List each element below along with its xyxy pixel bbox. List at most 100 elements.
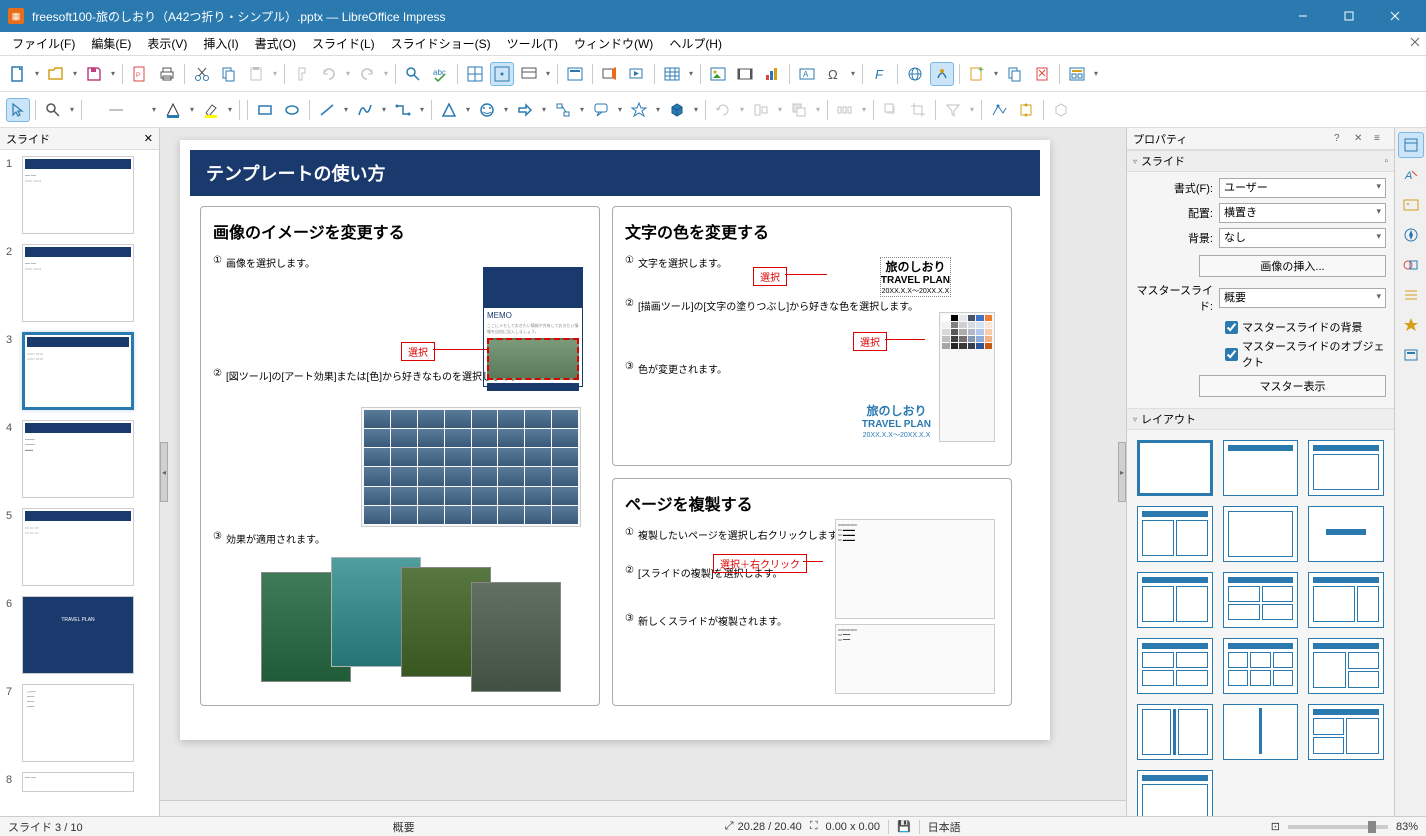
- undo-icon[interactable]: [317, 62, 341, 86]
- line-color-dropdown[interactable]: ▾: [150, 105, 158, 114]
- layout-blank[interactable]: [1137, 440, 1213, 496]
- maximize-button[interactable]: [1326, 0, 1372, 32]
- line-icon[interactable]: [315, 98, 339, 122]
- menu-tools[interactable]: ツール(T): [499, 33, 566, 54]
- menu-slideshow[interactable]: スライドショー(S): [383, 33, 499, 54]
- slide-thumbnail[interactable]: ━━ ━━: [22, 772, 134, 792]
- rotate-dropdown[interactable]: ▾: [738, 105, 746, 114]
- shapes-tab-icon[interactable]: [1398, 252, 1424, 278]
- table-dropdown[interactable]: ▾: [687, 69, 695, 78]
- properties-tab-icon[interactable]: [1398, 132, 1424, 158]
- block-arrows-icon[interactable]: [513, 98, 537, 122]
- save-icon[interactable]: [82, 62, 106, 86]
- slide-thumbnail[interactable]: ━━ ━━▭▭ ▭▭: [22, 156, 134, 234]
- orientation-select[interactable]: 横置き: [1219, 203, 1386, 223]
- line-dropdown[interactable]: ▾: [342, 105, 350, 114]
- arrange-icon[interactable]: [787, 98, 811, 122]
- distribute-icon[interactable]: [833, 98, 857, 122]
- new-slide-icon[interactable]: +: [965, 62, 989, 86]
- document-close-icon[interactable]: [1410, 36, 1420, 50]
- symbol-shapes-icon[interactable]: [475, 98, 499, 122]
- slide-canvas[interactable]: テンプレートの使い方 画像のイメージを変更する ①画像を選択します。 選択 ME…: [180, 140, 1050, 740]
- zoom-tool-icon[interactable]: [41, 98, 65, 122]
- canvas-area[interactable]: テンプレートの使い方 画像のイメージを変更する ①画像を選択します。 選択 ME…: [160, 128, 1126, 816]
- close-button[interactable]: [1372, 0, 1418, 32]
- symbol-shapes-dropdown[interactable]: ▾: [502, 105, 510, 114]
- duplicate-slide-icon[interactable]: [1003, 62, 1027, 86]
- slide-thumbnail[interactable]: ━━━━━━━━▬▬: [22, 420, 134, 498]
- zoom-slider[interactable]: [1288, 825, 1388, 829]
- layout-two-content[interactable]: [1137, 506, 1213, 562]
- slides-list[interactable]: 1━━ ━━▭▭ ▭▭ 2━━ ━━▭▭ ▭▭ 3▭▭ ▭▭▭▭ ▭▭ 4━━━…: [0, 150, 159, 816]
- gallery-tab-icon[interactable]: [1398, 192, 1424, 218]
- special-char-dropdown[interactable]: ▾: [849, 69, 857, 78]
- background-select[interactable]: なし: [1219, 228, 1386, 248]
- format-select[interactable]: ユーザー: [1219, 178, 1386, 198]
- display-views-dropdown[interactable]: ▾: [544, 69, 552, 78]
- slide-thumbnail[interactable]: ▭▭ ▭▭▭▭ ▭▭: [22, 332, 134, 410]
- image-icon[interactable]: [706, 62, 730, 86]
- 3d-objects-dropdown[interactable]: ▾: [692, 105, 700, 114]
- hyperlink-icon[interactable]: [903, 62, 927, 86]
- print-icon[interactable]: [155, 62, 179, 86]
- redo-dropdown[interactable]: ▾: [382, 69, 390, 78]
- connector-dropdown[interactable]: ▾: [418, 105, 426, 114]
- display-views-icon[interactable]: [517, 62, 541, 86]
- minimize-button[interactable]: [1280, 0, 1326, 32]
- panel-splitter-right[interactable]: [1118, 442, 1126, 502]
- master-slide-icon[interactable]: [563, 62, 587, 86]
- slides-panel-close-icon[interactable]: ✕: [144, 132, 153, 145]
- master-select[interactable]: 概要: [1219, 288, 1386, 308]
- fill-color-dropdown[interactable]: ▾: [188, 105, 196, 114]
- layout-v-split[interactable]: [1137, 704, 1213, 760]
- align-objects-icon[interactable]: [749, 98, 773, 122]
- layout-title[interactable]: [1223, 440, 1299, 496]
- arrange-dropdown[interactable]: ▾: [814, 105, 822, 114]
- layout-centered[interactable]: [1308, 506, 1384, 562]
- snap-icon[interactable]: [490, 62, 514, 86]
- slide-transition-tab-icon[interactable]: [1398, 282, 1424, 308]
- slide-thumbnail[interactable]: ━━ ━━▭▭ ▭▭: [22, 244, 134, 322]
- slide-thumbnail[interactable]: TRAVEL PLAN: [22, 596, 134, 674]
- start-current-icon[interactable]: [625, 62, 649, 86]
- filter-dropdown[interactable]: ▾: [968, 105, 976, 114]
- slide-layout-dropdown[interactable]: ▾: [1092, 69, 1100, 78]
- basic-shapes-icon[interactable]: [437, 98, 461, 122]
- connector-icon[interactable]: [391, 98, 415, 122]
- block-arrows-dropdown[interactable]: ▾: [540, 105, 548, 114]
- highlighting-dropdown[interactable]: ▾: [226, 105, 234, 114]
- curve-dropdown[interactable]: ▾: [380, 105, 388, 114]
- layout-title-content[interactable]: [1308, 440, 1384, 496]
- menu-icon[interactable]: ✕: [1354, 133, 1368, 144]
- master-bg-checkbox[interactable]: [1225, 321, 1238, 334]
- curve-icon[interactable]: [353, 98, 377, 122]
- layout-title-2content[interactable]: [1308, 572, 1384, 628]
- fit-page-icon[interactable]: ⊡: [1271, 820, 1280, 833]
- undo-dropdown[interactable]: ▾: [344, 69, 352, 78]
- cut-icon[interactable]: [190, 62, 214, 86]
- layout-six[interactable]: [1223, 638, 1299, 694]
- select-tool-icon[interactable]: [6, 98, 30, 122]
- master-obj-checkbox[interactable]: [1225, 348, 1238, 361]
- start-first-icon[interactable]: [598, 62, 622, 86]
- open-icon[interactable]: [44, 62, 68, 86]
- new-icon[interactable]: [6, 62, 30, 86]
- stars-icon[interactable]: [627, 98, 651, 122]
- paste-dropdown[interactable]: ▾: [271, 69, 279, 78]
- zoom-level[interactable]: 83%: [1396, 821, 1418, 833]
- panel-splitter-left[interactable]: [160, 442, 168, 502]
- find-replace-icon[interactable]: [401, 62, 425, 86]
- layout-grid-4[interactable]: [1137, 638, 1213, 694]
- callout-dropdown[interactable]: ▾: [616, 105, 624, 114]
- copy-icon[interactable]: [217, 62, 241, 86]
- slide-thumbnail[interactable]: ▭ ▭ ▭▭ ▭ ▭: [22, 508, 134, 586]
- language[interactable]: 日本語: [928, 819, 961, 835]
- special-char-icon[interactable]: Ω: [822, 62, 846, 86]
- basic-shapes-dropdown[interactable]: ▾: [464, 105, 472, 114]
- flowchart-dropdown[interactable]: ▾: [578, 105, 586, 114]
- hamburger-icon[interactable]: ≡: [1374, 133, 1388, 144]
- flowchart-icon[interactable]: [551, 98, 575, 122]
- grid-icon[interactable]: [463, 62, 487, 86]
- highlighting-icon[interactable]: [199, 98, 223, 122]
- distribute-dropdown[interactable]: ▾: [860, 105, 868, 114]
